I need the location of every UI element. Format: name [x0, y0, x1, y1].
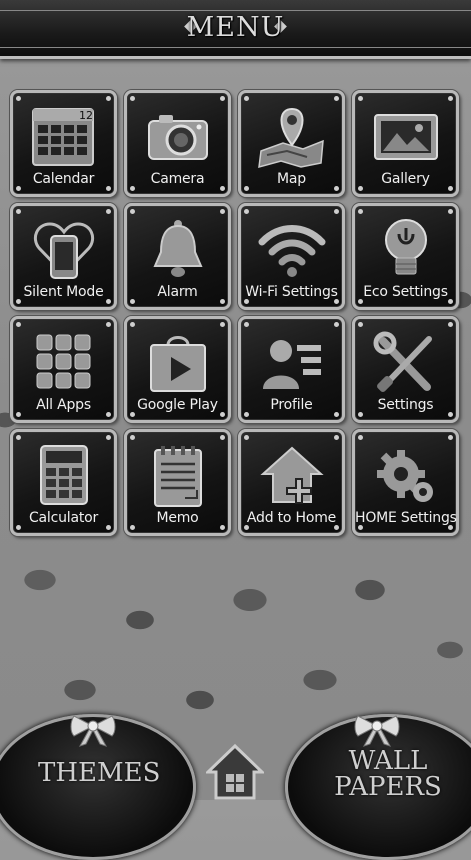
- calculator-icon: [39, 445, 88, 505]
- tile-all-apps[interactable]: All Apps: [10, 316, 117, 423]
- tile-label: Add to Home: [246, 510, 337, 526]
- bow-ornament-left: [70, 715, 116, 747]
- tile-gallery[interactable]: Gallery: [352, 90, 459, 197]
- profile-icon: [262, 340, 321, 389]
- silent-mode-icon: [33, 222, 94, 279]
- bell-icon: [152, 220, 203, 277]
- themes-label: THEMES: [38, 758, 161, 788]
- calendar-icon: 12: [31, 108, 94, 166]
- add-home-icon: [259, 446, 324, 504]
- tile-camera[interactable]: Camera: [124, 90, 231, 197]
- home-button[interactable]: [206, 742, 264, 800]
- tile-label: Wi-Fi Settings: [245, 284, 338, 300]
- gallery-icon: [373, 114, 438, 160]
- tile-calculator[interactable]: Calculator: [10, 429, 117, 536]
- tile-label: Calculator: [28, 510, 99, 526]
- tile-silent-mode[interactable]: Silent Mode: [10, 203, 117, 310]
- wifi-icon: [258, 225, 325, 277]
- wallpapers-label: WALL PAPERS: [334, 746, 442, 802]
- tile-label: HOME Settings: [355, 510, 457, 526]
- tile-label: Eco Settings: [363, 284, 448, 300]
- tile-label: Calendar: [32, 171, 95, 187]
- tile-label: Settings: [377, 397, 434, 413]
- notepad-icon: [153, 446, 202, 507]
- tile-label: Memo: [156, 510, 199, 526]
- tile-memo[interactable]: Memo: [124, 429, 231, 536]
- tile-eco-settings[interactable]: Eco Settings: [352, 203, 459, 310]
- tile-alarm[interactable]: Alarm: [124, 203, 231, 310]
- tile-calendar[interactable]: 12 Calendar: [10, 90, 117, 197]
- header-bar: MENU: [0, 0, 471, 59]
- tile-map[interactable]: Map: [238, 90, 345, 197]
- tile-label: Alarm: [157, 284, 198, 300]
- app-grid: 12 Calendar Camera Map Gallery Silent Mo…: [10, 90, 462, 536]
- tile-wifi-settings[interactable]: Wi-Fi Settings: [238, 203, 345, 310]
- tile-label: Profile: [270, 397, 313, 413]
- tile-add-to-home[interactable]: Add to Home: [238, 429, 345, 536]
- bow-ornament-right: [354, 715, 400, 747]
- tile-label: Google Play: [137, 397, 218, 413]
- play-bag-icon: [149, 336, 206, 392]
- calendar-badge: 12: [79, 109, 93, 122]
- tile-label: Camera: [150, 171, 205, 187]
- tools-icon: [373, 331, 432, 392]
- tile-label: Silent Mode: [23, 284, 104, 300]
- tile-settings[interactable]: Settings: [352, 316, 459, 423]
- gears-icon: [376, 450, 433, 502]
- map-icon: [257, 107, 324, 169]
- page-title: MENU: [186, 12, 285, 43]
- lightbulb-icon: [384, 219, 427, 275]
- tile-profile[interactable]: Profile: [238, 316, 345, 423]
- tile-google-play[interactable]: Google Play: [124, 316, 231, 423]
- tile-label: Map: [277, 171, 306, 187]
- app-grid-icon: [36, 334, 90, 389]
- tile-home-settings[interactable]: HOME Settings: [352, 429, 459, 536]
- tile-label: Gallery: [381, 171, 430, 187]
- camera-icon: [147, 115, 208, 160]
- tile-label: All Apps: [36, 397, 91, 413]
